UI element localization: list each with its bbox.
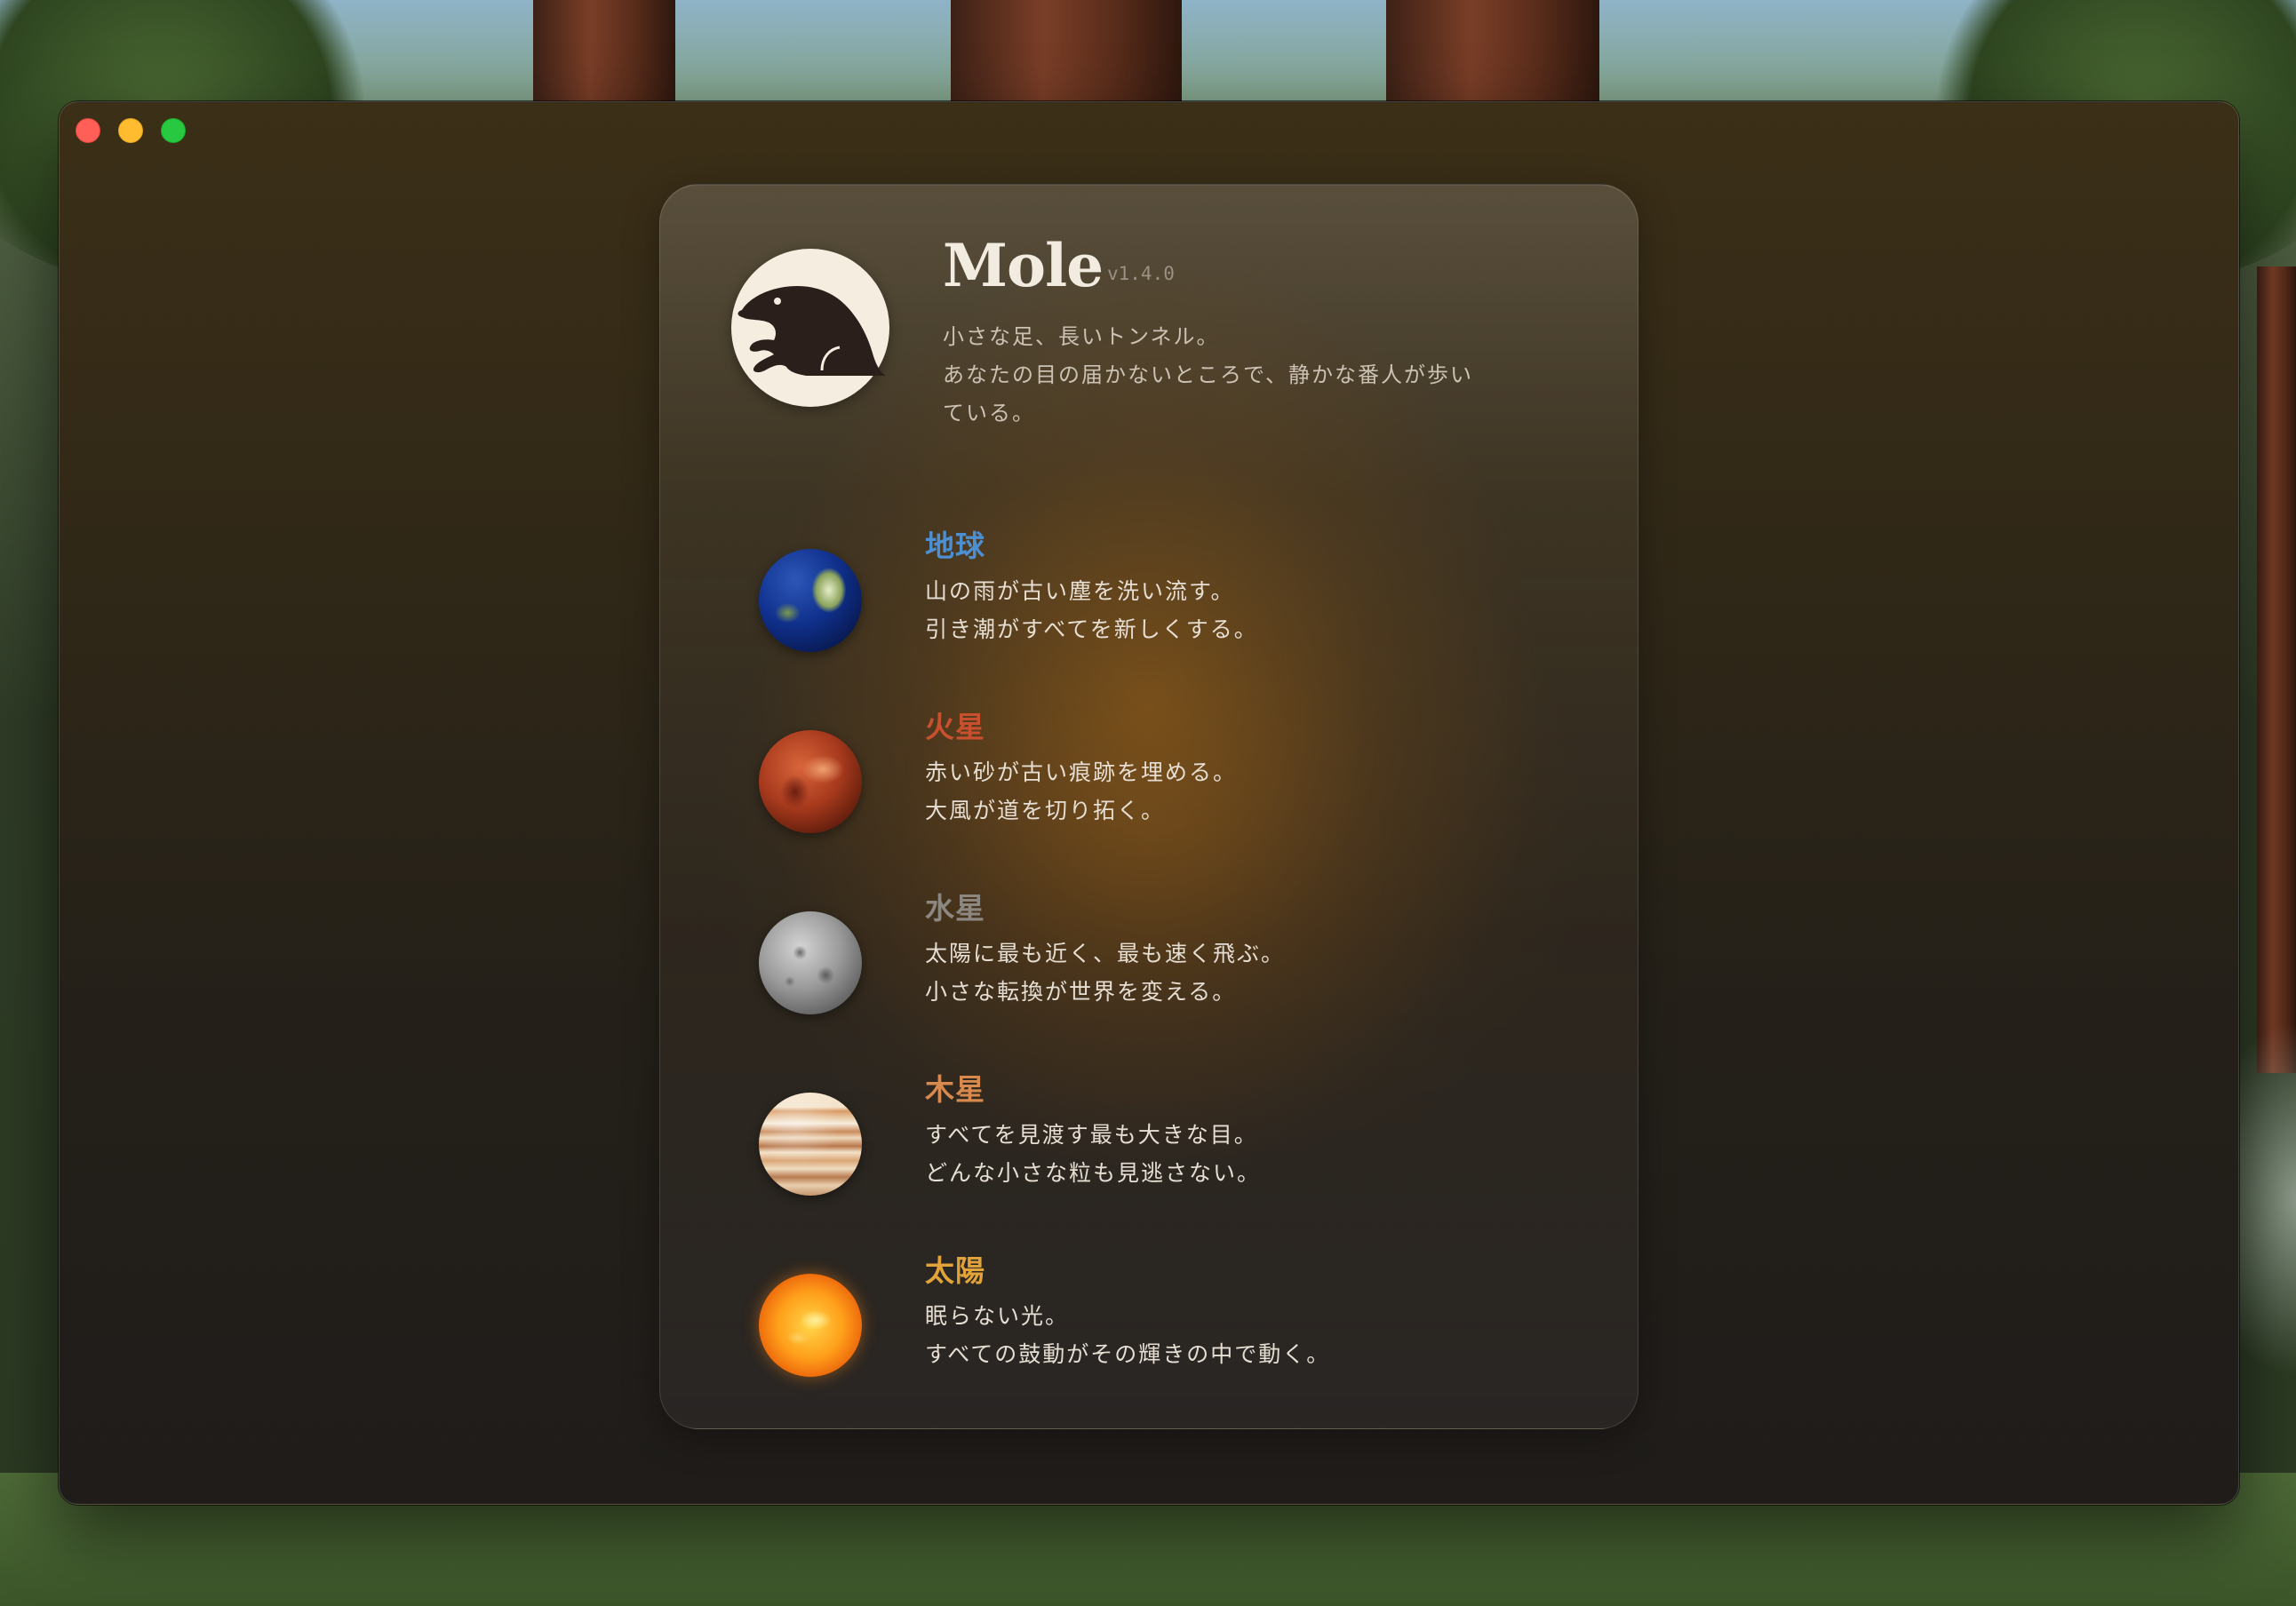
jupiter-icon — [759, 1093, 862, 1196]
mercury-icon — [759, 911, 862, 1014]
mole-icon — [737, 285, 886, 376]
tagline-line: あなたの目の届かないところで、静かな番人が歩い — [943, 362, 1474, 387]
planet-description: すべての鼓動がその輝きの中で動く。 — [925, 1341, 1331, 1367]
planet-description: 赤い砂が古い痕跡を埋める。 — [925, 759, 1238, 785]
minimize-button[interactable] — [118, 118, 143, 143]
app-tagline: 小さな足、長いトンネル。 あなたの目の届かないところで、静かな番人が歩い ている… — [943, 318, 1547, 433]
planet-item-mars: 火星 赤い砂が古い痕跡を埋める。 大風が道を切り拓く。 — [660, 704, 1638, 855]
zoom-button[interactable] — [161, 118, 186, 143]
planet-description: 山の雨が古い塵を洗い流す。 — [925, 578, 1235, 604]
earth-icon — [759, 549, 862, 652]
window-controls — [76, 118, 186, 143]
close-button[interactable] — [76, 118, 100, 143]
planet-item-earth: 地球 山の雨が古い塵を洗い流す。 引き潮がすべてを新しくする。 — [660, 522, 1638, 673]
planet-name: 火星 — [925, 710, 985, 744]
planet-description: すべてを見渡す最も大きな目。 — [925, 1122, 1258, 1148]
planet-name: 木星 — [925, 1072, 985, 1107]
app-name: Mole — [943, 231, 1104, 300]
planet-description: 小さな転換が世界を変える。 — [925, 979, 1237, 1005]
planet-name: 地球 — [925, 529, 985, 563]
planet-item-mercury: 水星 太陽に最も近く、最も速く飛ぶ。 小さな転換が世界を変える。 — [660, 885, 1638, 1036]
planet-description: どんな小さな粒も見逃さない。 — [925, 1160, 1262, 1186]
app-version: v1.4.0 — [1107, 263, 1175, 284]
planet-description: 眠らない光。 — [925, 1303, 1070, 1329]
planet-name: 太陽 — [925, 1253, 985, 1288]
planet-description: 大風が道を切り拓く。 — [925, 798, 1166, 823]
mole-logo — [731, 249, 889, 407]
tagline-line: 小さな足、長いトンネル。 — [943, 324, 1220, 349]
tagline-line: ている。 — [943, 401, 1035, 425]
app-window: Mole v1.4.0 小さな足、長いトンネル。 あなたの目の届かないところで、… — [59, 101, 2239, 1505]
wallpaper-tree-trunk — [2257, 266, 2296, 1073]
mars-icon — [759, 730, 862, 833]
sun-icon — [759, 1274, 862, 1377]
planet-item-sun: 太陽 眠らない光。 すべての鼓動がその輝きの中で動く。 — [660, 1247, 1638, 1398]
planet-description: 太陽に最も近く、最も速く飛ぶ。 — [925, 941, 1286, 966]
planet-item-jupiter: 木星 すべてを見渡す最も大きな目。 どんな小さな粒も見逃さない。 — [660, 1066, 1638, 1217]
about-card: Mole v1.4.0 小さな足、長いトンネル。 あなたの目の届かないところで、… — [659, 184, 1638, 1429]
planet-name: 水星 — [925, 891, 985, 926]
planet-description: 引き潮がすべてを新しくする。 — [925, 616, 1258, 642]
